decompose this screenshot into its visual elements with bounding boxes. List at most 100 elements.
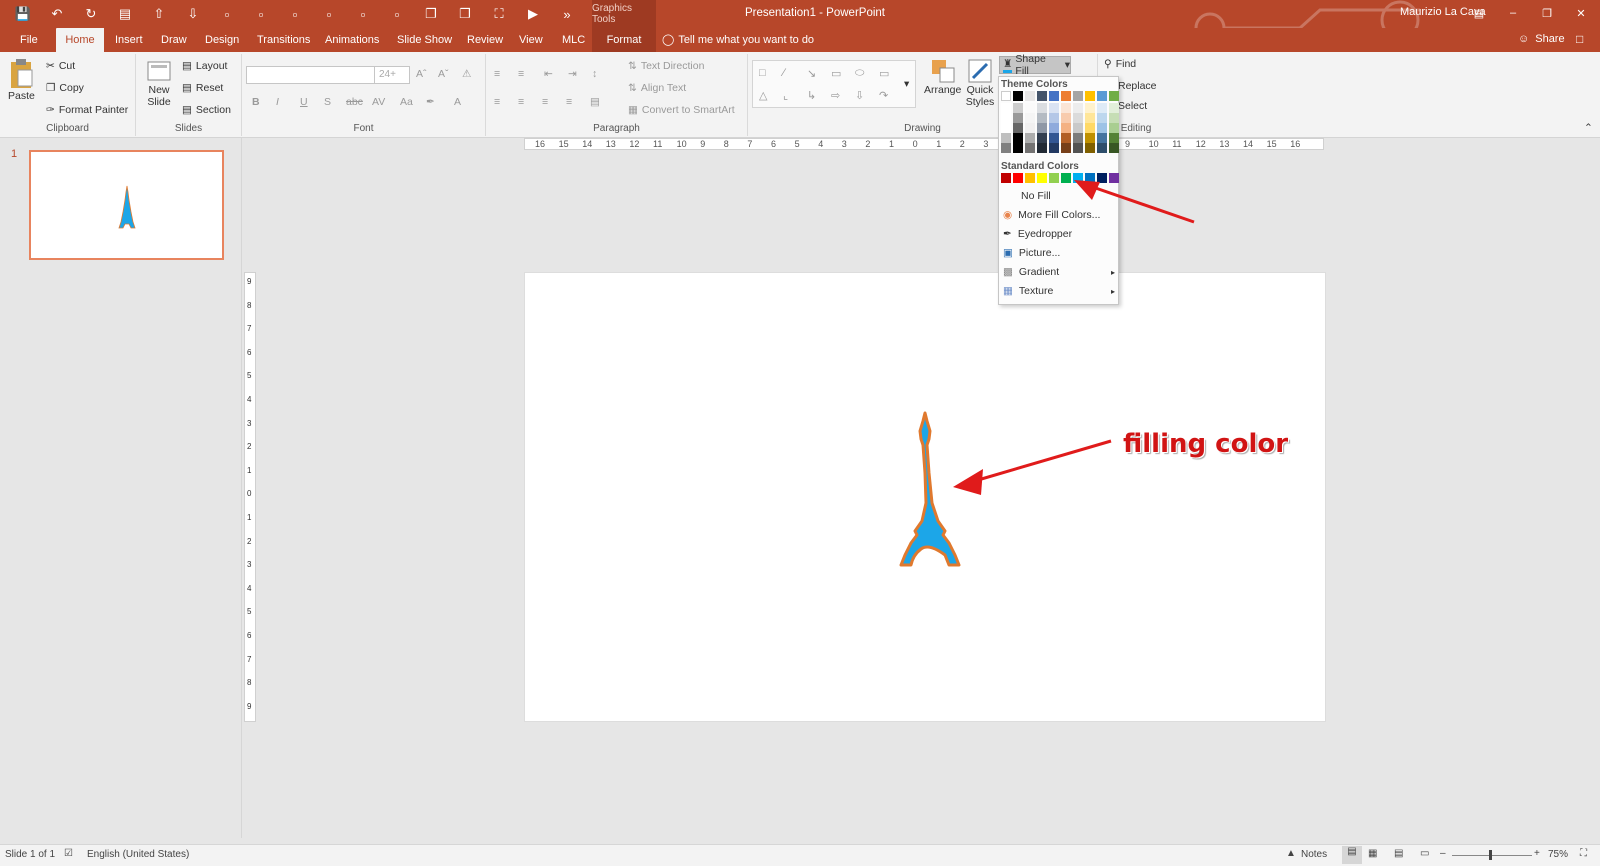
triangle-shape-icon[interactable]: △ [759,89,773,102]
bold-icon[interactable]: B [252,96,260,108]
decrease-indent-icon[interactable]: ⇤ [544,68,553,80]
tab-slide-show[interactable]: Slide Show [395,28,454,52]
theme-color-swatch[interactable] [1061,123,1071,133]
layout-icon[interactable]: ▤ [110,4,140,24]
underline-icon[interactable]: U [300,96,308,108]
elbow-connector-icon[interactable]: ⌞ [783,89,797,102]
theme-color-swatch[interactable] [1037,123,1047,133]
theme-color-swatch[interactable] [1001,103,1011,113]
justify-icon[interactable]: ≡ [566,96,572,108]
theme-color-swatch[interactable] [1025,133,1035,143]
find-button[interactable]: ⚲ Find [1104,58,1136,70]
center-text-icon[interactable]: ≡ [518,96,524,108]
tab-transitions[interactable]: Transitions [255,28,312,52]
theme-color-swatch[interactable] [1085,133,1095,143]
theme-color-swatch[interactable] [1013,113,1023,123]
eyedropper-item[interactable]: ✒ Eyedropper [1003,228,1072,240]
zoom-level[interactable]: 75% [1548,849,1568,860]
theme-color-swatch[interactable] [1037,91,1047,101]
theme-color-swatch[interactable] [1013,91,1023,101]
oval-shape-icon[interactable]: ⬭ [855,67,869,79]
textbox-shape-icon[interactable]: □ [759,67,773,79]
arrow-line-shape-icon[interactable]: ↘ [807,67,821,80]
theme-color-swatch[interactable] [1085,91,1095,101]
tab-draw[interactable]: Draw [159,28,189,52]
align-center-icon[interactable]: ▫ [348,4,378,24]
theme-color-swatch[interactable] [1001,133,1011,143]
increase-indent-icon[interactable]: ⇥ [568,68,577,80]
theme-color-swatch[interactable] [1109,113,1119,123]
standard-color-swatch[interactable] [1049,173,1059,183]
char-spacing-icon[interactable]: AV [372,96,385,108]
save-icon[interactable]: 💾 [8,4,38,24]
ribbon-display-icon[interactable]: ▤ [1468,3,1490,23]
reset-button[interactable]: ▤ Reset [182,82,223,94]
gallery-more-icon[interactable]: ▾ [904,78,909,90]
align-middle-icon[interactable]: ▫ [314,4,344,24]
theme-color-swatch[interactable] [1109,143,1119,153]
redo-icon[interactable]: ↻ [76,4,106,24]
section-button[interactable]: ▤ Section [182,104,231,116]
theme-color-swatch[interactable] [1085,113,1095,123]
down-arrow-shape-icon[interactable]: ⇩ [855,89,869,102]
comments-icon[interactable]: □ [1576,32,1583,46]
language-status[interactable]: English (United States) [87,849,189,860]
align-text-button[interactable]: ⇅ Align Text [628,82,686,94]
theme-color-swatch[interactable] [1085,123,1095,133]
zoom-out-icon[interactable]: – [1440,848,1446,859]
no-fill-item[interactable]: No Fill [1021,190,1051,202]
change-case-icon[interactable]: Aa [400,96,413,108]
theme-color-swatch[interactable] [1073,133,1083,143]
tab-file[interactable]: File [18,28,40,52]
line-shape-icon[interactable]: ∕ [783,67,797,79]
shadow-icon[interactable]: S [324,96,331,108]
group-icon[interactable]: ❐ [416,4,446,24]
theme-color-swatch[interactable] [1049,133,1059,143]
align-right-icon[interactable]: ▫ [246,4,276,24]
slideshow-icon[interactable]: ▶ [518,4,548,24]
theme-color-swatch[interactable] [1025,91,1035,101]
theme-color-swatch[interactable] [1037,133,1047,143]
standard-color-swatch[interactable] [1037,173,1047,183]
theme-color-swatch[interactable] [1013,103,1023,113]
rounded-rect-shape-icon[interactable]: ▭ [879,67,893,80]
theme-color-swatch[interactable] [1061,133,1071,143]
slide-sorter-icon[interactable]: ▦ [1368,848,1377,859]
tab-mlc[interactable]: MLC [560,28,587,52]
theme-color-swatch[interactable] [1097,133,1107,143]
theme-color-swatch[interactable] [1037,143,1047,153]
theme-color-swatch[interactable] [1001,113,1011,123]
theme-color-swatch[interactable] [1049,103,1059,113]
tab-home[interactable]: Home [56,28,104,52]
ungroup-icon[interactable]: ❐ [450,4,480,24]
theme-color-swatch[interactable] [1001,123,1011,133]
align-right-text-icon[interactable]: ≡ [542,96,548,108]
tab-design[interactable]: Design [203,28,241,52]
collapse-ribbon-icon[interactable]: ⌃ [1584,122,1593,134]
paste-button[interactable]: Paste [8,58,35,102]
font-color-icon[interactable]: A [454,96,461,108]
zoom-in-icon[interactable]: + [1534,848,1540,859]
arrange-button[interactable]: Arrange [924,58,961,96]
picture-item[interactable]: ▣ Picture... [1003,247,1060,259]
gradient-item[interactable]: ▩ Gradient ▸ [1003,266,1115,278]
theme-color-swatch[interactable] [1097,113,1107,123]
columns-icon[interactable]: ▤ [590,96,600,108]
theme-color-swatch[interactable] [1001,91,1011,101]
theme-color-swatch[interactable] [1025,143,1035,153]
quick-styles-button[interactable]: Quick Styles [962,58,998,108]
tab-view[interactable]: View [517,28,545,52]
align-left-icon[interactable]: ▫ [212,4,242,24]
copy-button[interactable]: ❐ Copy [46,82,84,94]
shapes-gallery[interactable]: □ ∕ ↘ ▭ ⬭ ▭ △ ⌞ ↳ ⇨ ⇩ ↷ [752,60,916,108]
bullets-icon[interactable]: ≡ [494,68,500,80]
eiffel-tower-shape[interactable] [899,411,961,567]
layout-button[interactable]: ▤ Layout [182,60,227,72]
bring-forward-icon[interactable]: ⇧ [144,4,174,24]
decrease-font-icon[interactable]: Aˇ [438,68,449,80]
zoom-slider-thumb[interactable] [1489,850,1492,860]
shape-fill-button[interactable]: ♜ Shape Fill ▾ [999,53,1071,77]
notes-button[interactable]: Notes [1301,849,1327,860]
theme-color-swatch[interactable] [1097,103,1107,113]
slide-thumbnail[interactable] [29,150,224,260]
